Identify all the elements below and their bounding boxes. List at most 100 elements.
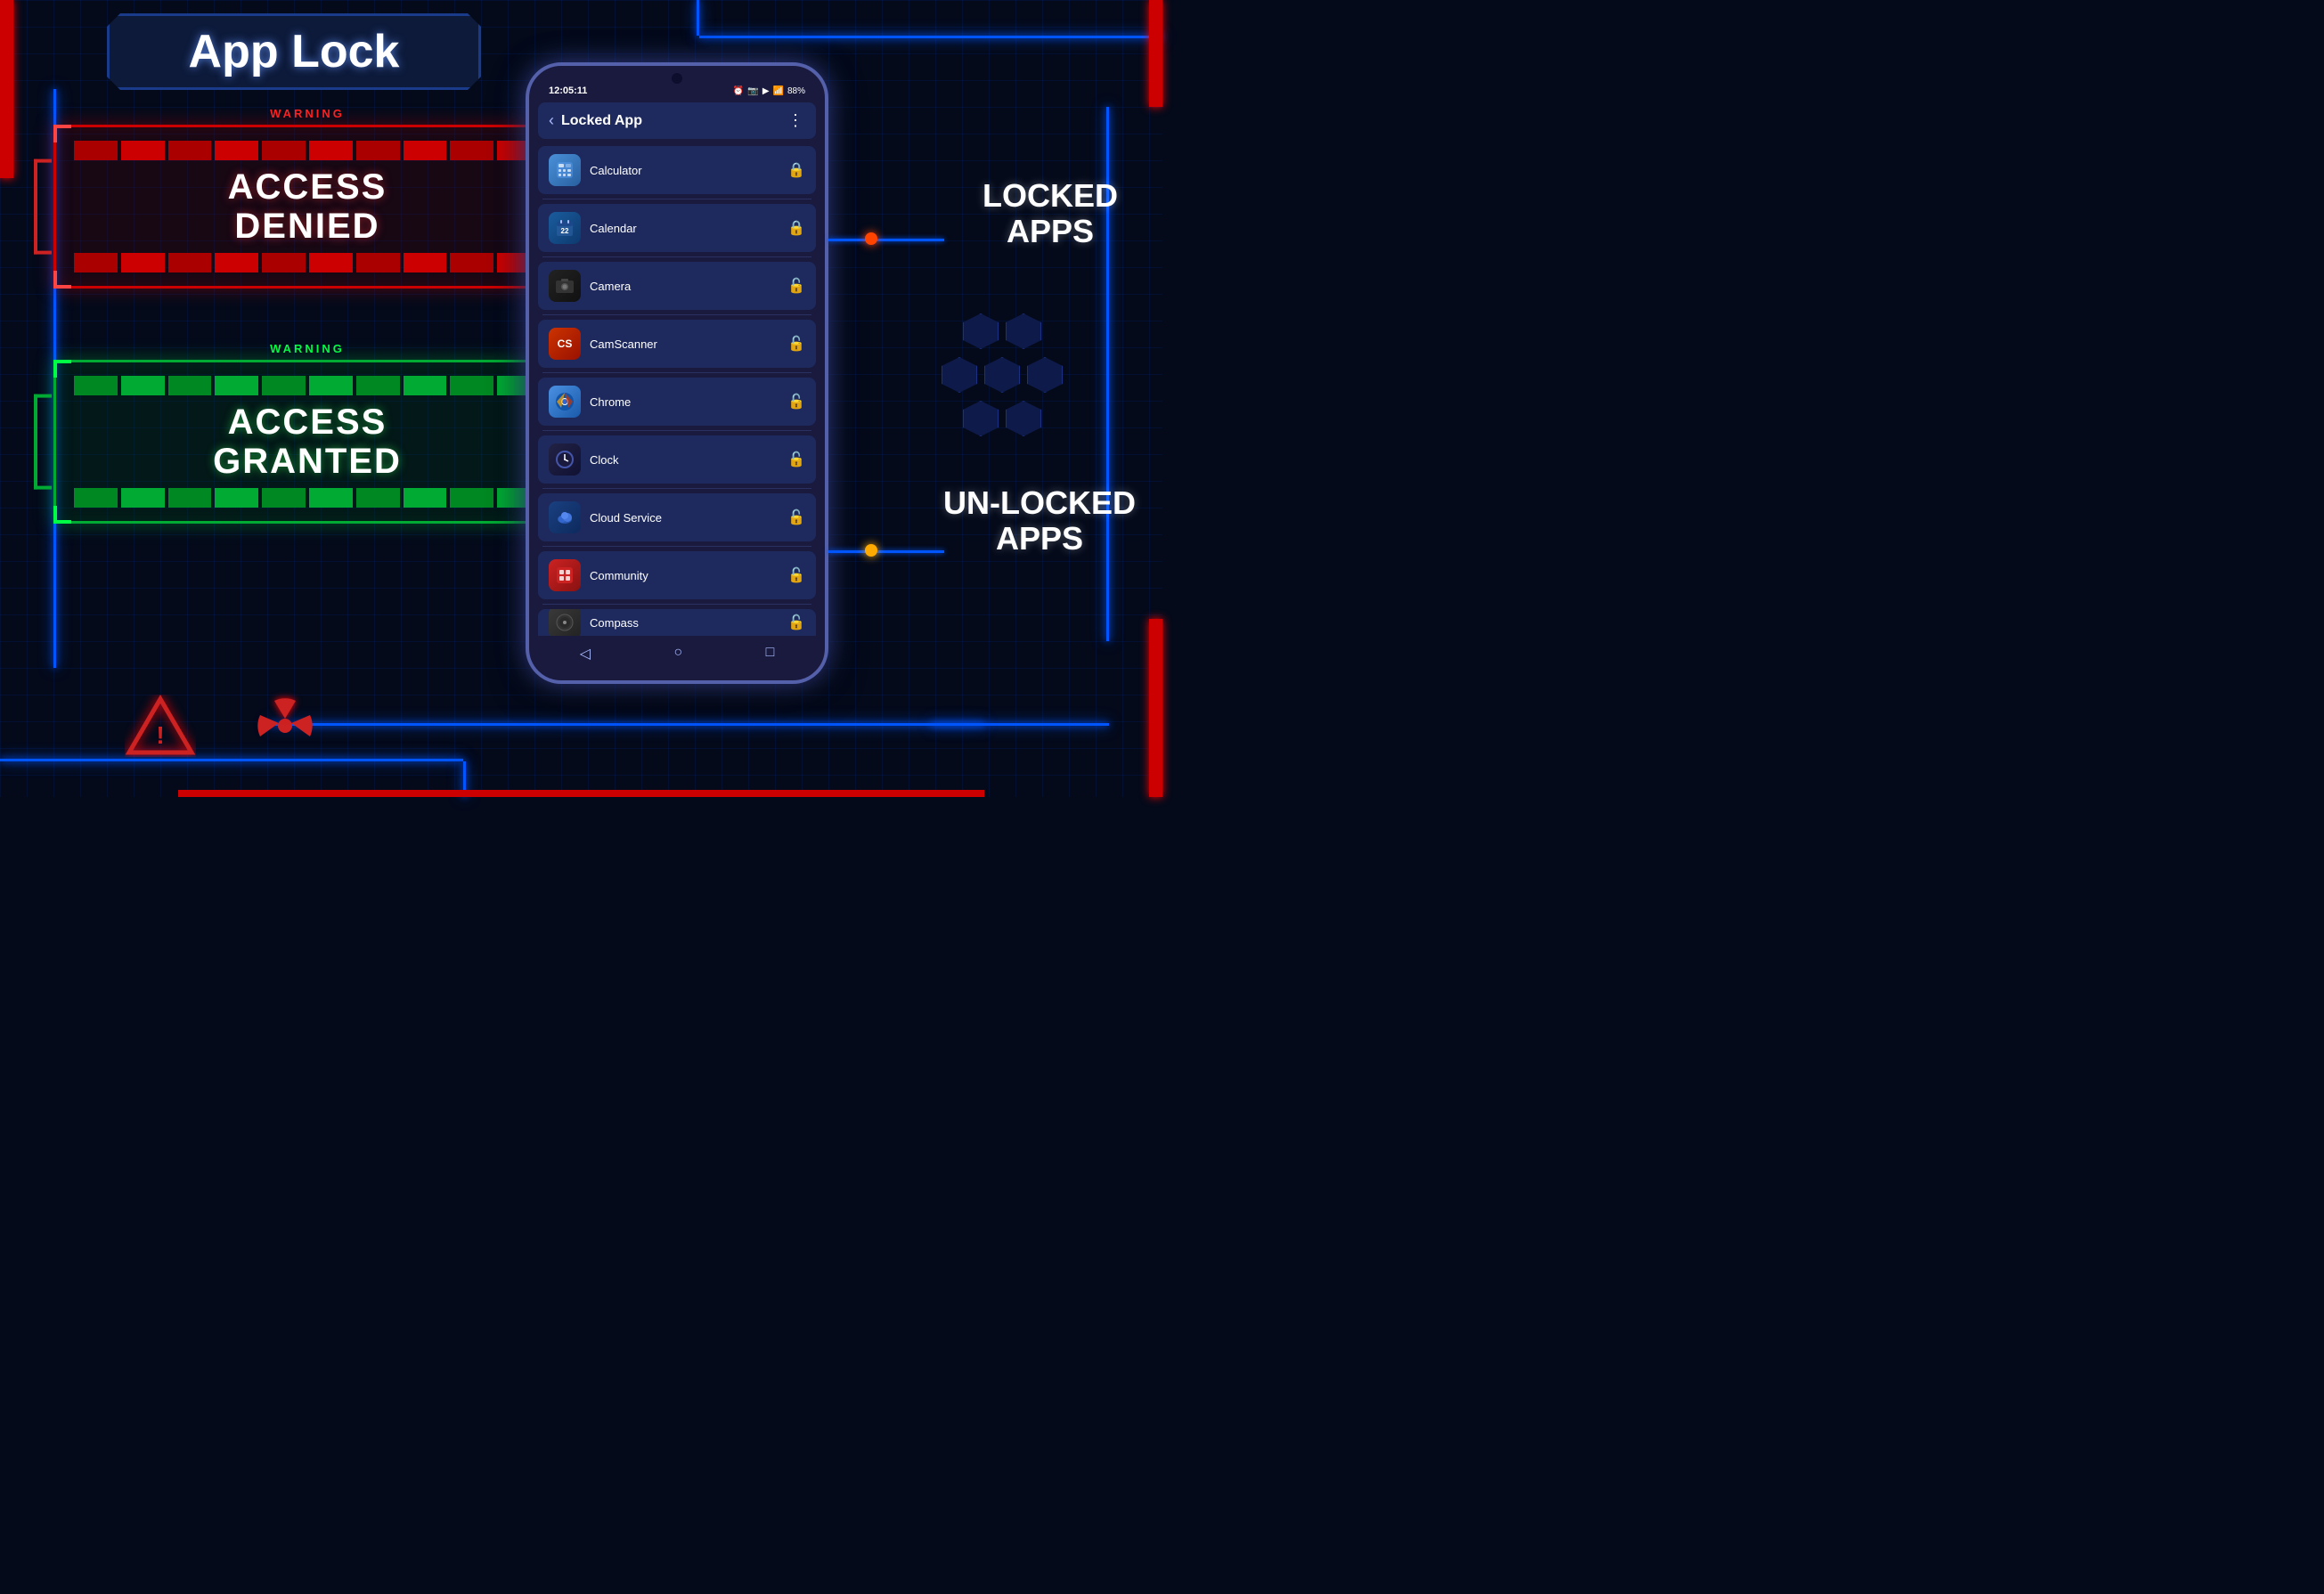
- lock-icon-calculator[interactable]: 🔒: [787, 161, 805, 179]
- phone-notch: [672, 73, 682, 84]
- red-accent: [1149, 619, 1162, 797]
- stripe: [356, 253, 400, 272]
- app-item-left: Calculator: [549, 154, 642, 186]
- wifi-icon: ▶: [762, 86, 770, 96]
- lock-icon-community[interactable]: 🔓: [787, 566, 805, 584]
- stripe: [121, 488, 165, 508]
- app-item-left: Cloud Service: [549, 501, 662, 533]
- stripe: [74, 253, 118, 272]
- recents-nav-button[interactable]: □: [766, 645, 775, 663]
- stripe: [404, 141, 447, 160]
- warning-label-granted: WARNING: [53, 342, 561, 355]
- list-item[interactable]: Clock 🔓: [538, 435, 816, 484]
- stripe: [168, 141, 212, 160]
- list-item[interactable]: Chrome 🔓: [538, 378, 816, 426]
- access-denied-text: ACCESS DENIED: [74, 167, 541, 246]
- status-icons: ⏰ 📷 ▶ 📶 88%: [733, 86, 805, 96]
- access-denied-frame: ACCESS DENIED: [53, 125, 561, 289]
- corner-decoration: [53, 271, 71, 289]
- svg-text:22: 22: [561, 227, 569, 235]
- back-nav-button[interactable]: ◁: [580, 645, 591, 663]
- stripe: [356, 488, 400, 508]
- lock-icon-calendar[interactable]: 🔒: [787, 219, 805, 237]
- app-icon-calculator: [549, 154, 581, 186]
- app-icon-compass: [549, 609, 581, 636]
- app-name-cloud-service: Cloud Service: [590, 511, 662, 525]
- app-bar: ‹ Locked App ⋮: [538, 102, 816, 139]
- stripe: [450, 376, 493, 395]
- app-name-camera: Camera: [590, 280, 631, 293]
- access-granted-frame: ACCESS GRANTED: [53, 360, 561, 524]
- app-name-calendar: Calendar: [590, 222, 637, 235]
- neon-decoration: [697, 0, 699, 36]
- divider: [542, 314, 811, 315]
- stripe: [262, 376, 306, 395]
- stripe: [404, 253, 447, 272]
- screen-title: Locked App: [561, 113, 642, 129]
- access-denied-section: WARNING: [53, 107, 561, 289]
- hex-decoration: [931, 312, 1073, 490]
- list-item[interactable]: CS CamScanner 🔓: [538, 320, 816, 368]
- app-icon-cloud-service: [549, 501, 581, 533]
- back-button[interactable]: ‹: [549, 111, 554, 130]
- svg-text:!: !: [156, 721, 164, 749]
- divider: [542, 604, 811, 605]
- list-item-partial[interactable]: Compass 🔓: [538, 609, 816, 636]
- stripe: [356, 376, 400, 395]
- app-icon-camscanner: CS: [549, 328, 581, 360]
- app-name-camscanner: CamScanner: [590, 338, 657, 351]
- list-item[interactable]: Camera 🔓: [538, 262, 816, 310]
- neon-decoration: [699, 36, 1162, 38]
- divider: [542, 256, 811, 257]
- lock-icon-chrome[interactable]: 🔓: [787, 393, 805, 411]
- app-item-left: CS CamScanner: [549, 328, 657, 360]
- bottom-icons: !: [125, 690, 321, 761]
- list-item[interactable]: Calculator 🔒: [538, 146, 816, 194]
- stripe: [121, 376, 165, 395]
- access-granted-section: WARNING: [53, 342, 561, 524]
- phone-container: 12:05:11 ⏰ 📷 ▶ 📶 88% ‹ Locked App ⋮: [526, 62, 828, 684]
- app-icon-chrome: [549, 386, 581, 418]
- lock-icon-compass[interactable]: 🔓: [787, 614, 805, 631]
- stripe: [309, 376, 353, 395]
- app-name-compass: Compass: [590, 616, 639, 630]
- stripe: [309, 488, 353, 508]
- red-accent: [1149, 0, 1162, 107]
- app-icon-community: [549, 559, 581, 591]
- access-granted-text: ACCESS GRANTED: [74, 403, 541, 481]
- app-item-left: Clock: [549, 443, 619, 476]
- battery-indicator: 88%: [787, 86, 805, 96]
- lock-icon-camera[interactable]: 🔓: [787, 277, 805, 295]
- app-name-chrome: Chrome: [590, 395, 631, 409]
- signal-icon: 📶: [773, 86, 784, 96]
- corner-decoration-green: [53, 506, 71, 524]
- connector-dot-unlocked: [865, 544, 877, 557]
- hex-cell: [963, 401, 999, 436]
- menu-button[interactable]: ⋮: [787, 111, 805, 130]
- divider: [542, 546, 811, 547]
- connector-dot-locked: [865, 232, 877, 245]
- stripe: [121, 253, 165, 272]
- left-panel: WARNING: [53, 107, 561, 524]
- app-name-clock: Clock: [590, 453, 619, 467]
- list-item[interactable]: Cloud Service 🔓: [538, 493, 816, 541]
- stripe: [168, 376, 212, 395]
- stripe: [215, 488, 258, 508]
- alarm-icon: ⏰: [733, 86, 744, 96]
- lock-icon-clock[interactable]: 🔓: [787, 451, 805, 468]
- list-item[interactable]: Community 🔓: [538, 551, 816, 599]
- lock-icon-cloud-service[interactable]: 🔓: [787, 508, 805, 526]
- lock-icon-camscanner[interactable]: 🔓: [787, 335, 805, 353]
- hex-cell: [942, 357, 977, 393]
- neon-decoration: [267, 723, 984, 726]
- stripe: [215, 253, 258, 272]
- app-icon-calendar: 22: [549, 212, 581, 244]
- stripe: [404, 488, 447, 508]
- list-item[interactable]: 22 Calendar 🔒: [538, 204, 816, 252]
- home-nav-button[interactable]: ○: [673, 645, 682, 663]
- stripe: [121, 141, 165, 160]
- app-item-left: Compass: [549, 609, 639, 636]
- red-stripes-top: [74, 141, 541, 160]
- status-bar: 12:05:11 ⏰ 📷 ▶ 📶 88%: [538, 84, 816, 98]
- unlocked-apps-label: UN-LOCKEDAPPS: [943, 485, 1136, 556]
